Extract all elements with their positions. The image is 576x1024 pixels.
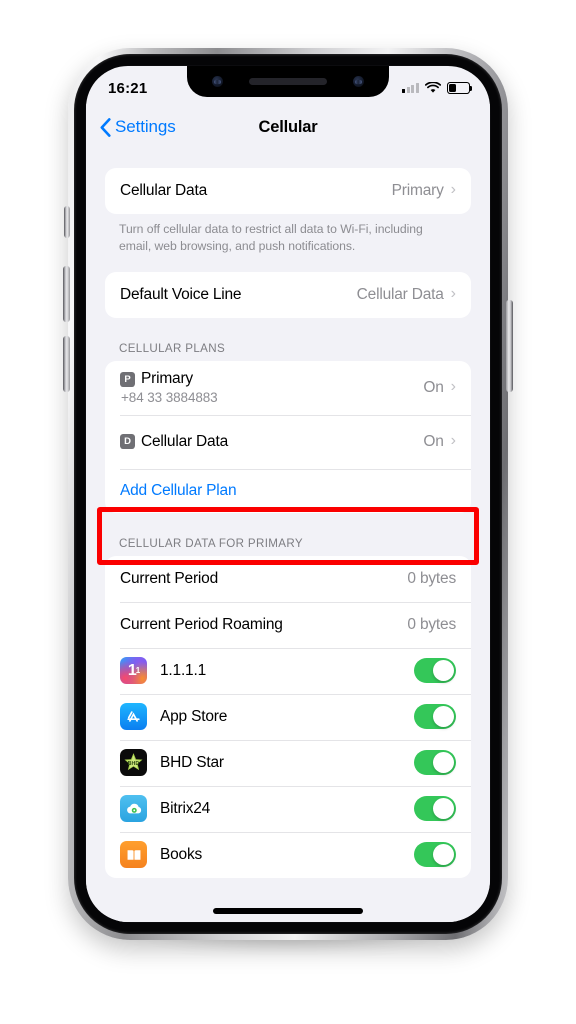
app-cellular-toggle[interactable]	[414, 842, 456, 868]
signal-dots-icon	[402, 83, 419, 93]
plan-badge-icon: D	[120, 434, 135, 450]
face-id-sensor-icon	[353, 76, 364, 87]
app-row[interactable]: Books	[105, 831, 471, 878]
earpiece-speaker-icon	[249, 78, 327, 85]
cellular-data-value: Primary	[391, 182, 444, 199]
status-bar-indicators	[402, 82, 473, 94]
cellular-plans-card: P Primary +84 33 3884883 On › D Cellular…	[105, 360, 471, 513]
default-voice-line-value: Cellular Data	[356, 285, 444, 303]
plan-phone-number: +84 33 3884883	[121, 390, 218, 406]
app-cellular-toggle[interactable]	[414, 796, 456, 822]
app-cellular-toggle[interactable]	[414, 704, 456, 730]
default-voice-line-row[interactable]: Default Voice Line Cellular Data ›	[105, 272, 471, 318]
app-cellular-toggle[interactable]	[414, 658, 456, 684]
plan-row-cellular-data[interactable]: D Cellular Data On ›	[105, 414, 471, 469]
settings-scroll-content[interactable]: Cellular Data Primary › Turn off cellula…	[86, 150, 490, 922]
cellular-usage-card: Current Period 0 bytes Current Period Ro…	[105, 555, 471, 878]
svg-text:BHD: BHD	[128, 761, 140, 767]
add-cellular-plan-row[interactable]: Add Cellular Plan	[105, 468, 471, 513]
usage-value: 0 bytes	[407, 615, 456, 633]
usage-label: Current Period	[120, 569, 218, 587]
cellular-plans-header: CELLULAR PLANS	[119, 341, 226, 355]
cellular-data-footnote: Turn off cellular data to restrict all d…	[119, 222, 423, 253]
plan-name: Cellular Data	[141, 432, 228, 450]
plan-badge-icon: P	[120, 371, 135, 387]
device-notch	[187, 66, 389, 97]
plan-name: Primary	[141, 370, 193, 388]
app-icon-books	[120, 841, 147, 869]
app-row[interactable]: App Store	[105, 693, 471, 740]
app-name: Bitrix24	[160, 799, 211, 817]
app-name: App Store	[160, 707, 228, 725]
app-icon-bhd-star: BHD	[120, 749, 147, 777]
volume-up-button[interactable]	[63, 266, 70, 322]
voice-line-card: Default Voice Line Cellular Data ›	[105, 271, 471, 318]
usage-label: Current Period Roaming	[120, 615, 283, 633]
cellular-data-label: Cellular Data	[120, 182, 207, 199]
default-voice-line-label: Default Voice Line	[120, 285, 242, 303]
power-side-button[interactable]	[506, 300, 513, 392]
status-bar-time: 16:21	[108, 79, 148, 97]
wifi-icon	[425, 82, 441, 94]
chevron-right-icon: ›	[450, 284, 456, 302]
app-icon-bitrix24	[120, 795, 147, 823]
chevron-right-icon: ›	[450, 431, 456, 449]
app-icon-app-store	[120, 703, 147, 731]
usage-row-current-period: Current Period 0 bytes	[105, 556, 471, 602]
chevron-right-icon: ›	[450, 377, 456, 395]
plan-status-value: On	[423, 378, 444, 396]
cellular-data-card: Cellular Data Primary ›	[105, 168, 471, 214]
phone-screen: 16:21 Cellular Settings Cellular Data Pr…	[86, 66, 490, 922]
app-name: 1.1.1.1	[160, 661, 207, 679]
app-row[interactable]: 11 1.1.1.1	[105, 647, 471, 694]
app-cellular-toggle[interactable]	[414, 750, 456, 776]
app-icon-1111: 11	[120, 657, 147, 685]
add-cellular-plan-label: Add Cellular Plan	[120, 481, 237, 499]
screenshot-stage: 16:21 Cellular Settings Cellular Data Pr…	[0, 0, 576, 1024]
page-title: Cellular	[258, 117, 318, 136]
cellular-data-row[interactable]: Cellular Data Primary ›	[105, 168, 471, 214]
battery-icon	[447, 82, 473, 94]
volume-down-button[interactable]	[63, 336, 70, 392]
chevron-right-icon: ›	[450, 181, 456, 198]
plan-status-value: On	[423, 432, 444, 450]
app-row[interactable]: Bitrix24	[105, 785, 471, 832]
app-row[interactable]: BHD BHD Star	[105, 739, 471, 786]
plan-row-primary[interactable]: P Primary +84 33 3884883 On ›	[105, 361, 471, 415]
navigation-bar: Cellular Settings	[86, 104, 490, 150]
app-name: BHD Star	[160, 753, 224, 771]
front-camera-icon	[212, 76, 223, 87]
mute-switch-button[interactable]	[64, 206, 70, 238]
usage-row-current-period-roaming: Current Period Roaming 0 bytes	[105, 601, 471, 648]
usage-value: 0 bytes	[407, 569, 456, 587]
cellular-data-usage-header: CELLULAR DATA FOR PRIMARY	[119, 536, 303, 550]
home-indicator[interactable]	[213, 908, 363, 914]
app-name: Books	[160, 845, 203, 863]
